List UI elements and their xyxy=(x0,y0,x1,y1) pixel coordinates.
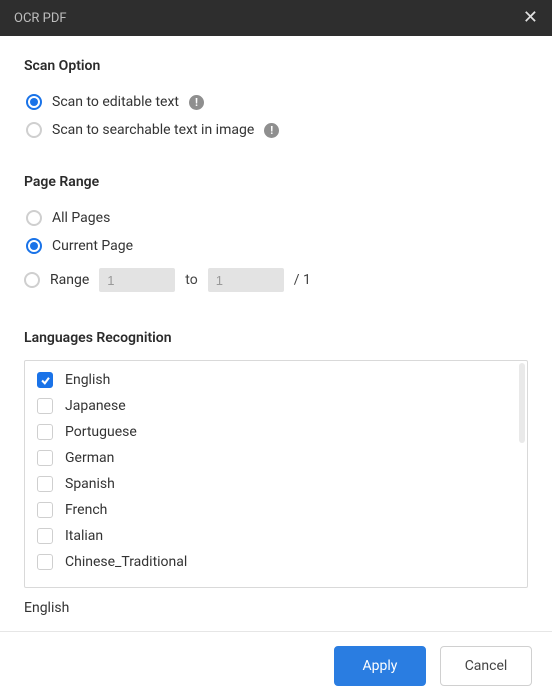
page-range-current[interactable]: Current Page xyxy=(24,238,528,254)
language-label: French xyxy=(65,502,107,518)
dialog-footer: Apply Cancel xyxy=(0,631,552,700)
info-icon[interactable]: ! xyxy=(189,95,204,110)
language-label: Japanese xyxy=(65,398,126,414)
checkbox-icon xyxy=(37,476,53,492)
scan-option-searchable[interactable]: Scan to searchable text in image ! xyxy=(24,122,528,138)
radio-icon xyxy=(26,210,42,226)
dialog-content: Scan Option Scan to editable text ! Scan… xyxy=(0,36,552,631)
cancel-button[interactable]: Cancel xyxy=(440,646,532,686)
page-range-label: Current Page xyxy=(52,238,133,254)
checkbox-icon xyxy=(37,424,53,440)
range-to-input[interactable] xyxy=(208,268,284,292)
languages-section: Languages Recognition English Japanese Por… xyxy=(24,326,528,621)
range-total: / 1 xyxy=(294,272,311,288)
page-range-all[interactable]: All Pages xyxy=(24,210,528,226)
language-item[interactable]: Spanish xyxy=(25,471,527,497)
checkbox-icon xyxy=(37,502,53,518)
window-title: OCR PDF xyxy=(14,11,67,26)
radio-icon xyxy=(26,122,42,138)
language-label: Italian xyxy=(65,528,103,544)
scan-option-title: Scan Option xyxy=(24,58,528,74)
language-item[interactable]: Portuguese xyxy=(25,419,527,445)
radio-icon xyxy=(24,272,40,288)
page-range-custom[interactable]: Range to / 1 xyxy=(24,268,528,292)
language-item[interactable]: Italian xyxy=(25,523,527,549)
language-item[interactable]: Chinese_Traditional xyxy=(25,549,527,575)
language-item[interactable]: German xyxy=(25,445,527,471)
language-item[interactable]: Japanese xyxy=(25,393,527,419)
language-label: German xyxy=(65,450,114,466)
selected-languages: English xyxy=(24,600,528,616)
apply-button[interactable]: Apply xyxy=(334,646,426,686)
page-range-label: Range xyxy=(50,272,89,288)
language-item[interactable]: English xyxy=(25,367,527,393)
checkbox-icon xyxy=(37,450,53,466)
language-label: English xyxy=(65,372,110,388)
info-icon[interactable]: ! xyxy=(264,123,279,138)
scrollbar[interactable] xyxy=(519,363,525,443)
scan-option-editable[interactable]: Scan to editable text ! xyxy=(24,94,528,110)
scan-option-label: Scan to searchable text in image xyxy=(52,122,254,138)
language-item[interactable]: French xyxy=(25,497,527,523)
language-label: Portuguese xyxy=(65,424,137,440)
range-to-label: to xyxy=(185,272,197,288)
checkbox-icon xyxy=(37,528,53,544)
page-range-label: All Pages xyxy=(52,210,110,226)
range-from-input[interactable] xyxy=(99,268,175,292)
radio-icon xyxy=(26,94,42,110)
scan-option-label: Scan to editable text xyxy=(52,94,179,110)
checkbox-icon xyxy=(37,398,53,414)
languages-title: Languages Recognition xyxy=(24,330,528,346)
radio-icon xyxy=(26,238,42,254)
language-label: Spanish xyxy=(65,476,115,492)
languages-list[interactable]: English Japanese Portuguese German Spanish Fr… xyxy=(24,360,528,588)
checkbox-icon xyxy=(37,554,53,570)
checkbox-icon xyxy=(37,372,53,388)
close-icon[interactable]: ✕ xyxy=(523,9,538,27)
page-range-title: Page Range xyxy=(24,174,528,190)
title-bar: OCR PDF ✕ xyxy=(0,0,552,36)
language-label: Chinese_Traditional xyxy=(65,554,187,570)
